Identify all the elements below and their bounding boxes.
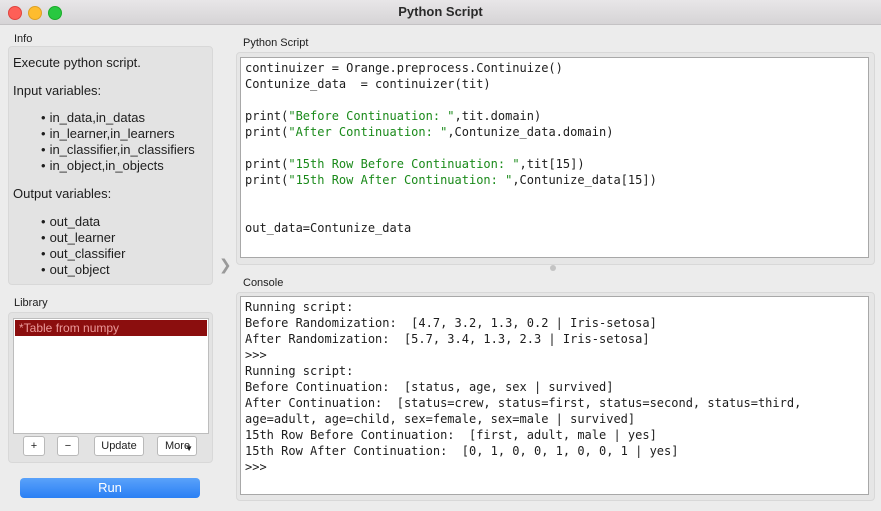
code-line: print("Before Continuation: ",tit.domain… <box>245 109 542 123</box>
output-variables-heading: Output variables: <box>13 186 112 201</box>
input-variable: in_learner,in_learners <box>41 126 195 142</box>
console-line: Before Continuation: [status, age, sex |… <box>245 380 614 394</box>
input-variables-list: in_data,in_datas in_learner,in_learners … <box>41 110 195 174</box>
console-line: After Continuation: [status=crew, status… <box>245 396 802 410</box>
code-line: print("After Continuation: ",Contunize_d… <box>245 125 614 139</box>
run-button[interactable]: Run <box>20 478 200 498</box>
code-line: Contunize_data = continuizer(tit) <box>245 77 491 91</box>
input-variable: in_classifier,in_classifiers <box>41 142 195 158</box>
code-line: out_data=Contunize_data <box>245 221 412 235</box>
library-item-selected[interactable]: *Table from numpy <box>15 320 207 336</box>
window-title: Python Script <box>398 4 483 19</box>
library-box: *Table from numpy + − Update More ▼ <box>8 312 213 463</box>
output-variable: out_classifier <box>41 246 126 262</box>
update-script-button[interactable]: Update <box>94 436 144 456</box>
title-bar: Python Script <box>0 0 881 25</box>
code-line: continuizer = Orange.preprocess.Continui… <box>245 61 563 75</box>
console-line: Running script: <box>245 300 354 314</box>
console-output[interactable]: Running script: Before Randomization: [4.… <box>240 296 869 495</box>
console-label: Console <box>243 277 284 289</box>
console-line: Running script: <box>245 364 354 378</box>
output-variable: out_data <box>41 214 125 230</box>
output-variables-list: out_data out_learner out_classifier out_… <box>41 214 126 278</box>
editor-label: Python Script <box>243 37 309 49</box>
chevron-down-icon: ▼ <box>185 444 193 453</box>
console-line: 15th Row After Continuation: [0, 1, 0, 0… <box>245 444 679 458</box>
add-script-button[interactable]: + <box>23 436 45 456</box>
splitter-handle[interactable] <box>550 265 556 271</box>
code-editor[interactable]: continuizer = Orange.preprocess.Continui… <box>240 57 869 258</box>
input-variable: in_object,in_objects <box>41 158 195 174</box>
remove-script-button[interactable]: − <box>57 436 79 456</box>
more-menu-button[interactable]: More ▼ <box>157 436 197 456</box>
console-line: age=adult, age=child, sex=female, sex=ma… <box>245 412 636 426</box>
output-variable: out_object <box>41 262 125 278</box>
output-variable: out_learner <box>41 230 125 246</box>
info-label: Info <box>14 33 33 45</box>
input-variable: in_data,in_datas <box>41 110 195 126</box>
input-variables-heading: Input variables: <box>13 83 102 98</box>
code-line: print("15th Row Before Continuation: ",t… <box>245 157 585 171</box>
collapse-arrow-icon[interactable]: ❯ <box>219 256 232 274</box>
console-line: After Randomization: [5.7, 3.4, 1.3, 2.3… <box>245 332 650 346</box>
console-line: 15th Row Before Continuation: [first, ad… <box>245 428 657 442</box>
console-line: Before Randomization: [4.7, 3.2, 1.3, 0.… <box>245 316 657 330</box>
console-line: >>> <box>245 348 267 362</box>
info-description: Execute python script. <box>13 55 141 70</box>
info-box: Execute python script. Input variables: … <box>8 46 213 285</box>
library-list[interactable]: *Table from numpy <box>13 318 209 434</box>
code-line: print("15th Row After Continuation: ",Co… <box>245 173 657 187</box>
console-line: >>> <box>245 460 267 474</box>
library-label: Library <box>14 297 48 309</box>
